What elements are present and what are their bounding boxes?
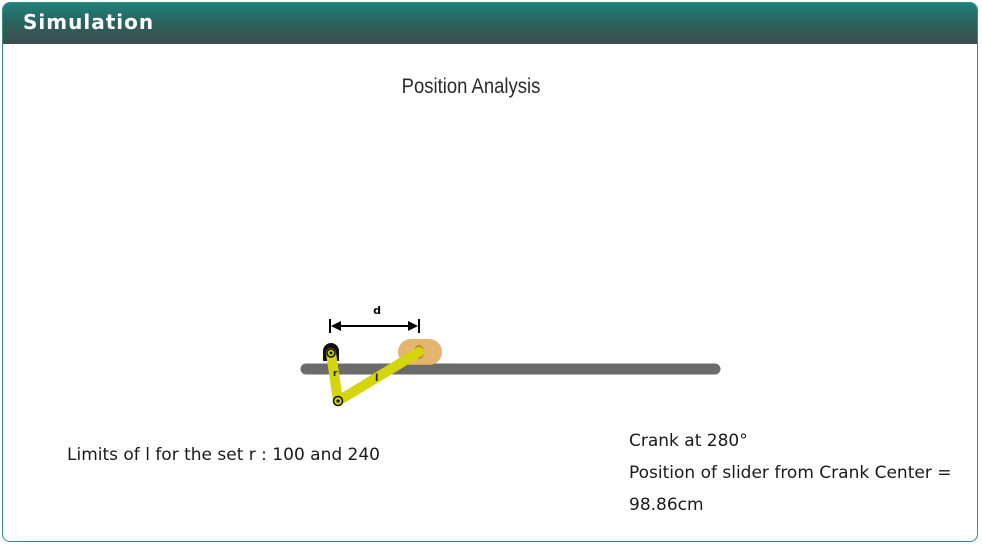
r-label: r	[333, 369, 338, 379]
crank-rod-joint	[332, 395, 344, 407]
crank-pivot-joint	[326, 348, 336, 358]
simulation-panel: Simulation Position Analysis d r l Limit…	[2, 2, 978, 542]
d-label: d	[373, 304, 381, 317]
d-dimension-arrow	[329, 319, 420, 333]
crank-angle-text: Crank at 280°	[629, 431, 748, 451]
l-label: l	[375, 373, 378, 384]
slider-position-label: Position of slider from Crank Center =	[629, 463, 952, 483]
connecting-rod[interactable]	[333, 347, 424, 406]
slider-position-value: 98.86cm	[629, 495, 704, 515]
l-limits-text: Limits of l for the set r : 100 and 240	[67, 445, 380, 465]
